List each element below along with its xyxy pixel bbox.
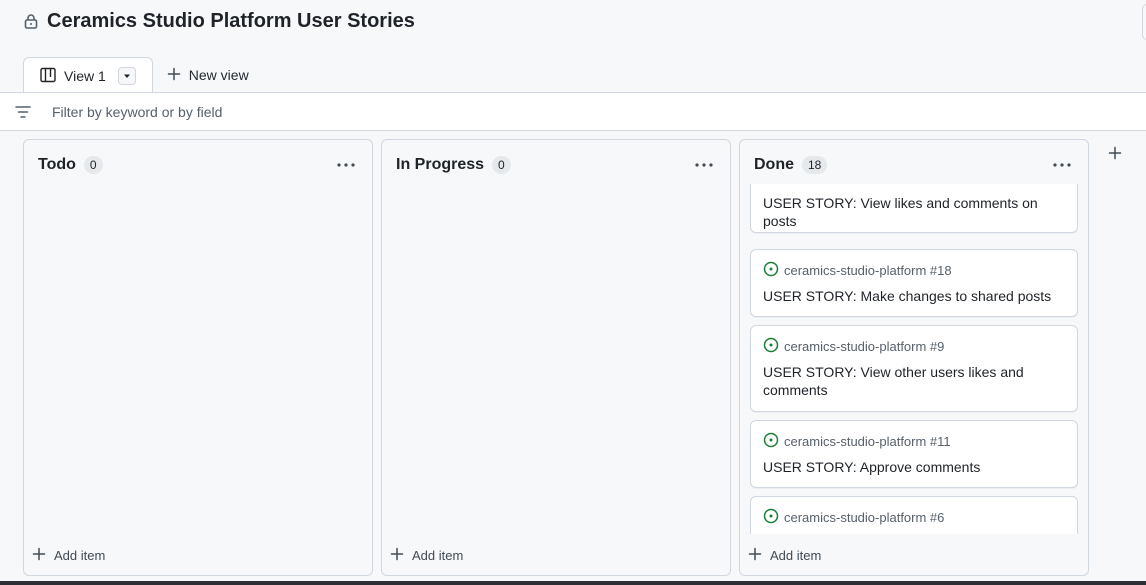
header-action-button[interactable] xyxy=(1142,4,1146,40)
kebab-icon[interactable] xyxy=(1050,154,1074,176)
card-meta: ceramics-studio-platform #11 xyxy=(763,432,951,451)
column-header: Done 18 xyxy=(754,154,1074,176)
issue-open-icon xyxy=(763,337,779,356)
column-count-badge: 0 xyxy=(492,156,511,174)
plus-icon xyxy=(167,67,181,84)
card-title[interactable]: USER STORY: Approve comments xyxy=(763,458,1063,476)
issue-open-icon xyxy=(763,508,779,527)
tab-view-label: View 1 xyxy=(64,68,106,84)
card-title[interactable]: USER STORY: Make changes to shared posts xyxy=(763,287,1063,305)
add-item-label: Add item xyxy=(54,547,106,563)
issue-card[interactable]: ceramics-studio-platform #18 USER STORY:… xyxy=(750,249,1078,317)
plus-icon xyxy=(32,547,46,564)
column-done: Done 18 USER STORY: View likes and comme… xyxy=(739,139,1089,576)
add-item-label: Add item xyxy=(770,547,822,563)
tab-view-1[interactable]: View 1 xyxy=(23,57,153,94)
issue-open-icon xyxy=(763,432,779,451)
column-title: In Progress xyxy=(396,156,485,173)
card-title[interactable]: USER STORY: View other users likes and c… xyxy=(763,363,1063,399)
card-repo-ref[interactable]: ceramics-studio-platform #11 xyxy=(784,434,951,449)
plus-icon xyxy=(1108,146,1122,165)
board: Todo 0 Add item In Progress 0 Add item D… xyxy=(0,131,1146,585)
issue-card[interactable]: USER STORY: View likes and comments on p… xyxy=(750,184,1078,233)
kebab-icon[interactable] xyxy=(334,154,358,176)
new-view-button[interactable]: New view xyxy=(153,57,263,93)
filter-bar xyxy=(0,92,1146,131)
add-item-button[interactable]: Add item xyxy=(32,543,105,567)
board-icon xyxy=(40,67,56,86)
card-meta: ceramics-studio-platform #18 xyxy=(763,261,952,280)
view-tabs: View 1 New view xyxy=(23,57,263,94)
add-item-label: Add item xyxy=(412,547,464,563)
lock-icon xyxy=(24,13,38,29)
add-column-button[interactable] xyxy=(1098,139,1132,171)
card-meta: ceramics-studio-platform #6 xyxy=(763,508,944,527)
plus-icon xyxy=(748,547,762,564)
chevron-down-icon[interactable] xyxy=(117,67,136,85)
project-header: Ceramics Studio Platform User Stories Vi… xyxy=(0,0,1146,94)
card-title[interactable]: USER STORY: View likes and comments on p… xyxy=(763,194,1063,230)
issue-card[interactable]: ceramics-studio-platform #11 USER STORY:… xyxy=(750,420,1078,488)
plus-icon xyxy=(390,547,404,564)
column-count-badge: 18 xyxy=(802,156,828,174)
issue-card[interactable]: ceramics-studio-platform #9 USER STORY: … xyxy=(750,325,1078,412)
new-view-label: New view xyxy=(188,67,249,83)
column-in-progress: In Progress 0 Add item xyxy=(381,139,731,576)
filter-input[interactable] xyxy=(52,101,652,123)
column-header: In Progress 0 xyxy=(396,154,716,176)
add-item-button[interactable]: Add item xyxy=(390,543,463,567)
column-title: Done xyxy=(754,156,794,173)
add-item-button[interactable]: Add item xyxy=(748,543,821,567)
kebab-icon[interactable] xyxy=(692,154,716,176)
card-meta: ceramics-studio-platform #9 xyxy=(763,337,944,356)
issue-open-icon xyxy=(763,261,779,280)
title-row: Ceramics Studio Platform User Stories xyxy=(24,8,415,34)
window-bottom-edge xyxy=(0,581,1146,585)
card-repo-ref[interactable]: ceramics-studio-platform #9 xyxy=(784,339,944,354)
card-repo-ref[interactable]: ceramics-studio-platform #18 xyxy=(784,263,952,278)
page-title: Ceramics Studio Platform User Stories xyxy=(47,9,415,32)
filter-icon[interactable] xyxy=(15,105,31,124)
column-header: Todo 0 xyxy=(38,154,358,176)
column-title: Todo xyxy=(38,156,76,173)
issue-card[interactable]: ceramics-studio-platform #6 xyxy=(750,496,1078,534)
card-repo-ref[interactable]: ceramics-studio-platform #6 xyxy=(784,510,944,525)
column-todo: Todo 0 Add item xyxy=(23,139,373,576)
card-list[interactable]: USER STORY: View likes and comments on p… xyxy=(750,184,1079,534)
column-count-badge: 0 xyxy=(83,156,103,174)
